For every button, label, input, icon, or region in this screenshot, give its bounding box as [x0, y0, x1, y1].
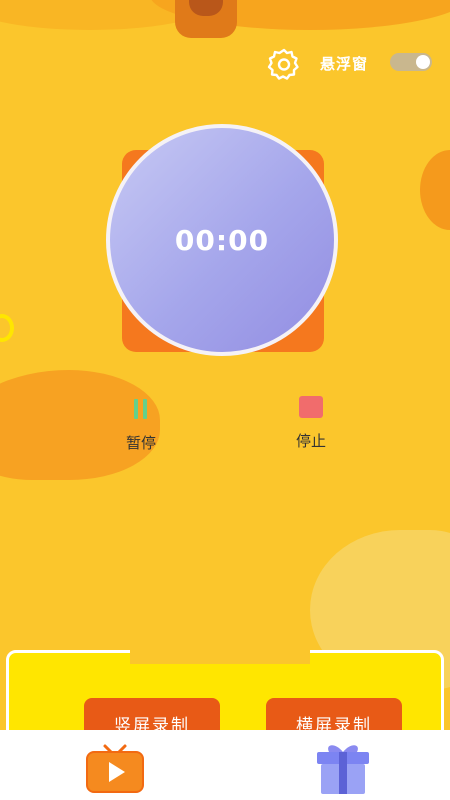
panel-notch	[130, 636, 310, 664]
floating-window-label: 悬浮窗	[320, 55, 369, 73]
tab-gift[interactable]	[313, 742, 373, 794]
floating-window-toggle[interactable]	[390, 53, 432, 71]
tab-video[interactable]	[85, 742, 145, 794]
stop-button[interactable]: 停止	[288, 396, 334, 451]
decor-shape	[175, 0, 237, 38]
stop-label: 停止	[295, 432, 326, 450]
pause-icon	[130, 398, 152, 420]
gear-icon	[267, 48, 299, 80]
timer-display: 00:00	[174, 223, 270, 257]
bottom-tab-bar	[0, 730, 450, 800]
screen-recorder-screen: 悬浮窗 00:00 暂停 停止 竖屏录制 横屏录制	[0, 0, 450, 800]
pause-label: 暂停	[125, 434, 156, 452]
tv-play-icon	[86, 744, 144, 793]
pause-button[interactable]: 暂停	[118, 398, 164, 453]
gift-icon	[317, 745, 369, 794]
stop-icon	[299, 396, 323, 418]
decor-blob	[420, 150, 450, 230]
toggle-knob	[416, 55, 430, 69]
timer-circle: 00:00	[106, 124, 338, 356]
settings-button[interactable]	[266, 46, 302, 82]
decor-ring	[0, 314, 14, 342]
